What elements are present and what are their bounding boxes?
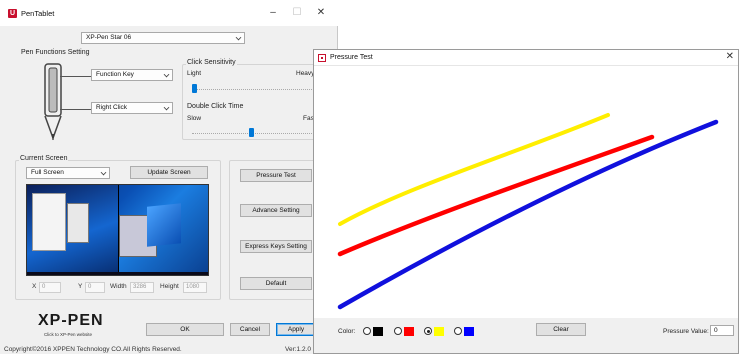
chevron-down-icon bbox=[235, 34, 242, 41]
chevron-down-icon bbox=[100, 169, 107, 176]
width-label: Width bbox=[110, 283, 127, 290]
maximize-button: ☐ bbox=[292, 7, 302, 18]
screen-preview bbox=[26, 184, 209, 276]
title-bar[interactable]: U PenTablet – ☐ ✕ bbox=[0, 0, 338, 26]
lower-button-connector bbox=[60, 109, 91, 110]
sensitivity-min-label: Light bbox=[187, 70, 202, 77]
pen-functions-label: Pen Functions Setting bbox=[20, 49, 91, 56]
stroke-red bbox=[337, 134, 655, 257]
sensitivity-slider-thumb[interactable] bbox=[192, 84, 197, 93]
sensitivity-max-label: Heavy bbox=[296, 70, 315, 77]
xp-pen-logo: XP-PEN bbox=[38, 312, 104, 329]
upper-button-value: Function Key bbox=[96, 71, 134, 78]
cancel-button[interactable]: Cancel bbox=[230, 323, 270, 336]
windows-logo-icon bbox=[147, 203, 181, 247]
color-label: Color: bbox=[338, 328, 356, 335]
lower-button-select[interactable]: Right Click bbox=[91, 102, 173, 114]
lower-button-value: Right Click bbox=[96, 104, 128, 111]
color-swatch-yellow bbox=[434, 327, 444, 336]
color-radio-black[interactable] bbox=[363, 327, 371, 335]
drawing-canvas[interactable] bbox=[316, 67, 736, 317]
chevron-down-icon bbox=[163, 104, 170, 111]
color-radio-red[interactable] bbox=[394, 327, 402, 335]
pressure-value-label: Pressure Value: bbox=[663, 328, 709, 335]
website-link-text: Click to XP-Pen website bbox=[44, 332, 93, 337]
color-radio-blue[interactable] bbox=[454, 327, 462, 335]
color-swatch-black bbox=[373, 327, 383, 336]
stroke-blue bbox=[337, 119, 719, 310]
close-button[interactable]: ✕ bbox=[312, 5, 330, 21]
pen-illustration-icon bbox=[44, 63, 62, 141]
clear-button[interactable]: Clear bbox=[536, 323, 586, 336]
pressure-test-title: Pressure Test bbox=[330, 54, 373, 61]
xp-pen-logo-link[interactable]: XP-PEN Click to XP-Pen website bbox=[18, 310, 114, 342]
preview-taskbar bbox=[27, 272, 208, 275]
device-select[interactable]: XP-Pen Star 06 bbox=[81, 32, 245, 44]
color-radio-yellow[interactable] bbox=[424, 327, 432, 335]
chevron-down-icon bbox=[163, 71, 170, 78]
y-label: Y bbox=[78, 283, 83, 290]
height-value: 1080 bbox=[183, 282, 207, 293]
height-label: Height bbox=[160, 283, 179, 290]
sensitivity-slider-track[interactable] bbox=[192, 89, 316, 90]
default-button[interactable]: Default bbox=[240, 277, 312, 290]
double-click-label: Double Click Time bbox=[186, 103, 245, 110]
click-sensitivity-label: Click Sensitivity bbox=[186, 59, 237, 66]
double-click-min-label: Slow bbox=[187, 115, 202, 122]
x-value: 0 bbox=[39, 282, 61, 293]
ok-button[interactable]: OK bbox=[146, 323, 224, 336]
pressure-value-field: 0 bbox=[710, 325, 734, 336]
pressure-test-button[interactable]: Pressure Test bbox=[240, 169, 312, 182]
preview-window-icon bbox=[32, 193, 66, 251]
apply-button[interactable]: Apply bbox=[276, 323, 316, 336]
screen-mode-value: Full Screen bbox=[31, 169, 64, 176]
color-swatch-blue bbox=[464, 327, 474, 336]
upper-button-connector bbox=[60, 76, 91, 77]
minimize-button[interactable]: – bbox=[264, 5, 282, 21]
copyright-text: Copyright©2016 XPPEN Technology CO.All R… bbox=[4, 346, 182, 353]
double-click-slider-track[interactable] bbox=[192, 133, 316, 134]
update-screen-button[interactable]: Update Screen bbox=[130, 166, 208, 179]
app-icon: U bbox=[8, 9, 17, 18]
pressure-test-toolbar: Color: Clear Pressure Value: 0 bbox=[314, 318, 738, 353]
pressure-test-title-bar[interactable]: Pressure Test ✕ bbox=[314, 50, 738, 66]
pressure-test-app-icon bbox=[318, 54, 326, 62]
preview-window-icon bbox=[67, 203, 89, 243]
version-text: Ver:1.2.0 bbox=[285, 346, 312, 353]
color-swatch-red bbox=[404, 327, 414, 336]
y-value: 0 bbox=[85, 282, 105, 293]
pentablet-window: U PenTablet – ☐ ✕ XP-Pen Star 06 Pen Fun… bbox=[0, 0, 338, 354]
upper-button-select[interactable]: Function Key bbox=[91, 69, 173, 81]
express-keys-setting-button[interactable]: Express Keys Setting bbox=[240, 240, 312, 253]
double-click-slider-thumb[interactable] bbox=[249, 128, 254, 137]
width-value: 3286 bbox=[130, 282, 154, 293]
device-select-value: XP-Pen Star 06 bbox=[86, 34, 132, 41]
x-label: X bbox=[32, 283, 37, 290]
pressure-test-close-button[interactable]: ✕ bbox=[726, 51, 734, 62]
advance-setting-button[interactable]: Advance Setting bbox=[240, 204, 312, 217]
current-screen-label: Current Screen bbox=[19, 155, 69, 162]
screen-mode-select[interactable]: Full Screen bbox=[26, 167, 110, 179]
pressure-test-window: Pressure Test ✕ Color: Clear Pressure Va… bbox=[313, 49, 739, 354]
window-title: PenTablet bbox=[21, 9, 55, 18]
